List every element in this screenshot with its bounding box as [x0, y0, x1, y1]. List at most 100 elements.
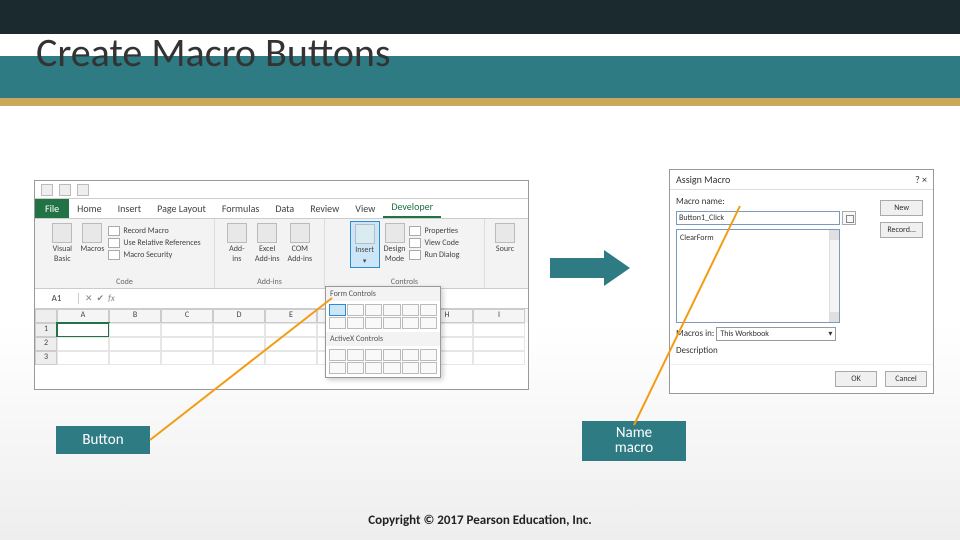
- macro-list-item[interactable]: ClearForm: [679, 232, 837, 244]
- cancel-formula-icon[interactable]: ✕: [85, 293, 93, 304]
- tab-review[interactable]: Review: [302, 199, 347, 218]
- tab-home[interactable]: Home: [69, 199, 109, 218]
- form-combo-control[interactable]: [347, 304, 364, 316]
- ax-image-control[interactable]: [383, 362, 400, 374]
- cell[interactable]: [473, 323, 525, 337]
- col-a[interactable]: A: [57, 309, 109, 323]
- form-scroll-control[interactable]: [365, 317, 382, 329]
- cell[interactable]: [161, 351, 213, 365]
- enter-formula-icon[interactable]: ✔: [97, 293, 105, 304]
- form-group-control[interactable]: [329, 317, 346, 329]
- dialog-titlebar: Assign Macro ? ×: [670, 170, 933, 190]
- com-addins-button[interactable]: COM Add-ins: [284, 221, 317, 266]
- ax-list-control[interactable]: [383, 349, 400, 361]
- ax-spin-control[interactable]: [329, 362, 346, 374]
- new-button[interactable]: New: [880, 200, 923, 216]
- cell[interactable]: [57, 351, 109, 365]
- addins-button[interactable]: Add- ins: [223, 221, 251, 266]
- row-1[interactable]: 1: [35, 323, 57, 337]
- callout-name-macro: Name macro: [582, 421, 686, 461]
- cell-a1[interactable]: [57, 323, 109, 337]
- undo-icon[interactable]: [59, 184, 71, 196]
- cell[interactable]: [265, 337, 317, 351]
- form-combo-list-control[interactable]: [402, 317, 419, 329]
- ok-button[interactable]: OK: [835, 371, 877, 387]
- relative-refs-button[interactable]: Use Relative References: [108, 237, 200, 249]
- ax-text-control[interactable]: [402, 349, 419, 361]
- record-button[interactable]: Record...: [880, 222, 923, 238]
- cell[interactable]: [109, 351, 161, 365]
- excel-addins-button[interactable]: Excel Add-ins: [251, 221, 284, 266]
- form-combo-drop-control[interactable]: [420, 317, 437, 329]
- macros-button[interactable]: Macros: [76, 221, 108, 266]
- tab-data[interactable]: Data: [267, 199, 302, 218]
- row-2[interactable]: 2: [35, 337, 57, 351]
- tab-developer[interactable]: Developer: [383, 197, 441, 218]
- cell[interactable]: [213, 323, 265, 337]
- close-icon[interactable]: ×: [922, 173, 927, 186]
- properties-button[interactable]: Properties: [409, 225, 459, 237]
- cell[interactable]: [57, 337, 109, 351]
- macro-list[interactable]: ClearForm: [676, 229, 840, 323]
- help-icon[interactable]: ?: [915, 173, 920, 186]
- insert-controls-button[interactable]: Insert▾: [350, 221, 380, 268]
- ax-label-control[interactable]: [365, 362, 382, 374]
- ax-option-control[interactable]: [347, 362, 364, 374]
- view-code-button[interactable]: View Code: [409, 237, 459, 249]
- design-mode-button[interactable]: Design Mode: [380, 221, 410, 268]
- tab-formulas[interactable]: Formulas: [214, 199, 267, 218]
- col-c[interactable]: C: [161, 309, 213, 323]
- form-spin-control[interactable]: [383, 304, 400, 316]
- cell[interactable]: [161, 337, 213, 351]
- ax-scroll-control[interactable]: [420, 349, 437, 361]
- cancel-button[interactable]: Cancel: [885, 371, 927, 387]
- ax-checkbox-control[interactable]: [365, 349, 382, 361]
- ax-toggle-control[interactable]: [402, 362, 419, 374]
- cell[interactable]: [265, 323, 317, 337]
- form-checkbox-control[interactable]: [365, 304, 382, 316]
- ax-button-control[interactable]: [329, 349, 346, 361]
- excel-ribbon: File Home Insert Page Layout Formulas Da…: [35, 181, 528, 365]
- slide-title: Create Macro Buttons: [36, 28, 391, 77]
- select-all-corner[interactable]: [35, 309, 57, 323]
- form-list-control[interactable]: [402, 304, 419, 316]
- tab-view[interactable]: View: [347, 199, 383, 218]
- tab-page-layout[interactable]: Page Layout: [149, 199, 214, 218]
- ax-more-control[interactable]: [420, 362, 437, 374]
- chevron-down-icon: ▾: [363, 256, 367, 265]
- redo-icon[interactable]: [77, 184, 89, 196]
- col-e[interactable]: E: [265, 309, 317, 323]
- cell[interactable]: [265, 351, 317, 365]
- macro-security-button[interactable]: Macro Security: [108, 249, 200, 261]
- cell[interactable]: [161, 323, 213, 337]
- col-b[interactable]: B: [109, 309, 161, 323]
- col-i[interactable]: I: [473, 309, 525, 323]
- col-d[interactable]: D: [213, 309, 265, 323]
- tab-insert[interactable]: Insert: [110, 199, 150, 218]
- copyright-text: Copyright © 2017 Pearson Education, Inc.: [0, 513, 960, 528]
- fx-icon[interactable]: fx: [108, 293, 115, 304]
- save-icon[interactable]: [41, 184, 53, 196]
- cell[interactable]: [109, 337, 161, 351]
- name-box[interactable]: A1: [35, 293, 79, 304]
- collapse-dialog-icon[interactable]: [842, 211, 856, 225]
- file-tab[interactable]: File: [35, 199, 69, 218]
- form-label-control[interactable]: [347, 317, 364, 329]
- row-3[interactable]: 3: [35, 351, 57, 365]
- cell[interactable]: [473, 351, 525, 365]
- cell[interactable]: [109, 323, 161, 337]
- record-macro-button[interactable]: Record Macro: [108, 225, 200, 237]
- form-button-control[interactable]: [329, 304, 346, 316]
- macro-name-input[interactable]: Button1_Click: [676, 211, 840, 225]
- macros-in-select[interactable]: This Workbook▾: [716, 327, 836, 341]
- cell[interactable]: [473, 337, 525, 351]
- cell[interactable]: [213, 351, 265, 365]
- cell[interactable]: [213, 337, 265, 351]
- list-scrollbar[interactable]: [829, 230, 839, 322]
- run-dialog-button[interactable]: Run Dialog: [409, 249, 459, 261]
- visual-basic-button[interactable]: Visual Basic: [48, 221, 76, 266]
- form-textfield-control[interactable]: [383, 317, 400, 329]
- form-option-control[interactable]: [420, 304, 437, 316]
- ax-combo-control[interactable]: [347, 349, 364, 361]
- source-button[interactable]: Sourc: [491, 221, 519, 256]
